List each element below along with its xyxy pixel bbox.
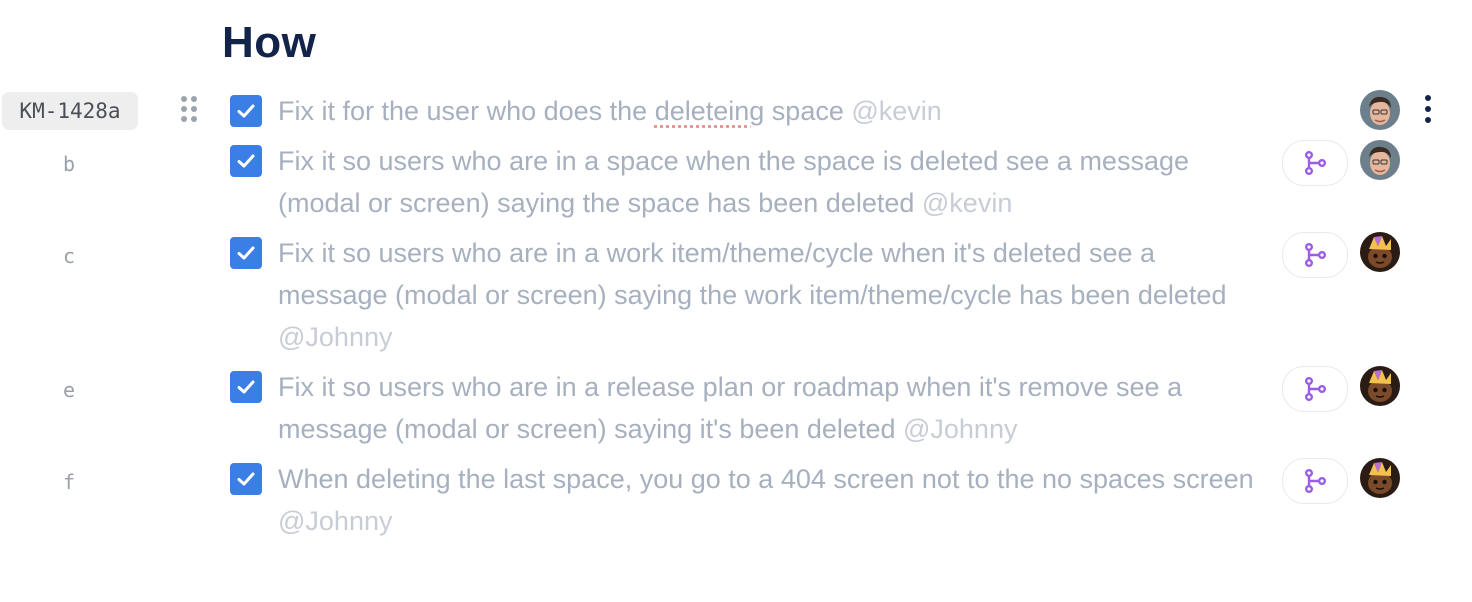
avatar-johnny[interactable] [1360, 366, 1400, 406]
section-heading: How [222, 18, 317, 67]
row-id: e [62, 378, 76, 402]
checkmark-icon [237, 246, 255, 260]
row-text-part: Fix it so users who are in a work item/t… [278, 238, 1227, 310]
row-text[interactable]: Fix it so users who are in a work item/t… [278, 232, 1258, 358]
checkmark-icon [237, 104, 255, 118]
misspelled-word: deleteing [654, 96, 765, 126]
avatar-johnny[interactable] [1360, 232, 1400, 272]
row-text-part: Fix it so users who are in a space when … [278, 146, 1189, 218]
mention[interactable]: @kevin [922, 188, 1012, 218]
branch-button[interactable] [1282, 232, 1348, 278]
more-vertical-icon[interactable] [1418, 92, 1438, 126]
checkmark-icon [237, 380, 255, 394]
row-text-part: Fix it for the user who does the [278, 96, 655, 126]
checkbox[interactable] [230, 463, 262, 495]
mention[interactable]: @kevin [851, 96, 941, 126]
mention[interactable]: @Johnny [278, 506, 392, 536]
checkbox[interactable] [230, 145, 262, 177]
branch-button[interactable] [1282, 140, 1348, 186]
git-branch-icon [1304, 377, 1327, 402]
row-text[interactable]: Fix it so users who are in a space when … [278, 140, 1258, 224]
row-text[interactable]: Fix it so users who are in a release pla… [278, 366, 1258, 450]
checkbox[interactable] [230, 95, 262, 127]
row-text-part: When deleting the last space, you go to … [278, 464, 1254, 494]
branch-button[interactable] [1282, 458, 1348, 504]
row-text[interactable]: When deleting the last space, you go to … [278, 458, 1258, 542]
checkmark-icon [237, 154, 255, 168]
drag-handle-icon[interactable] [178, 94, 200, 126]
row-id: c [62, 244, 76, 268]
checkmark-icon [237, 472, 255, 486]
git-branch-icon [1304, 469, 1327, 494]
row-text-part: Fix it so users who are in a release pla… [278, 372, 1183, 444]
row-id-badge[interactable]: KM-1428a [2, 92, 138, 130]
mention[interactable]: @Johnny [903, 414, 1017, 444]
row-id: f [62, 470, 76, 494]
git-branch-icon [1304, 243, 1327, 268]
checkbox[interactable] [230, 371, 262, 403]
avatar-kevin[interactable] [1360, 90, 1400, 130]
mention[interactable]: @Johnny [278, 322, 392, 352]
row-text[interactable]: Fix it for the user who does the deletei… [278, 90, 1258, 132]
avatar-johnny[interactable] [1360, 458, 1400, 498]
checkbox[interactable] [230, 237, 262, 269]
row-id: b [62, 152, 76, 176]
avatar-kevin[interactable] [1360, 140, 1400, 180]
git-branch-icon [1304, 151, 1327, 176]
branch-button[interactable] [1282, 366, 1348, 412]
row-text-part: space [764, 96, 852, 126]
